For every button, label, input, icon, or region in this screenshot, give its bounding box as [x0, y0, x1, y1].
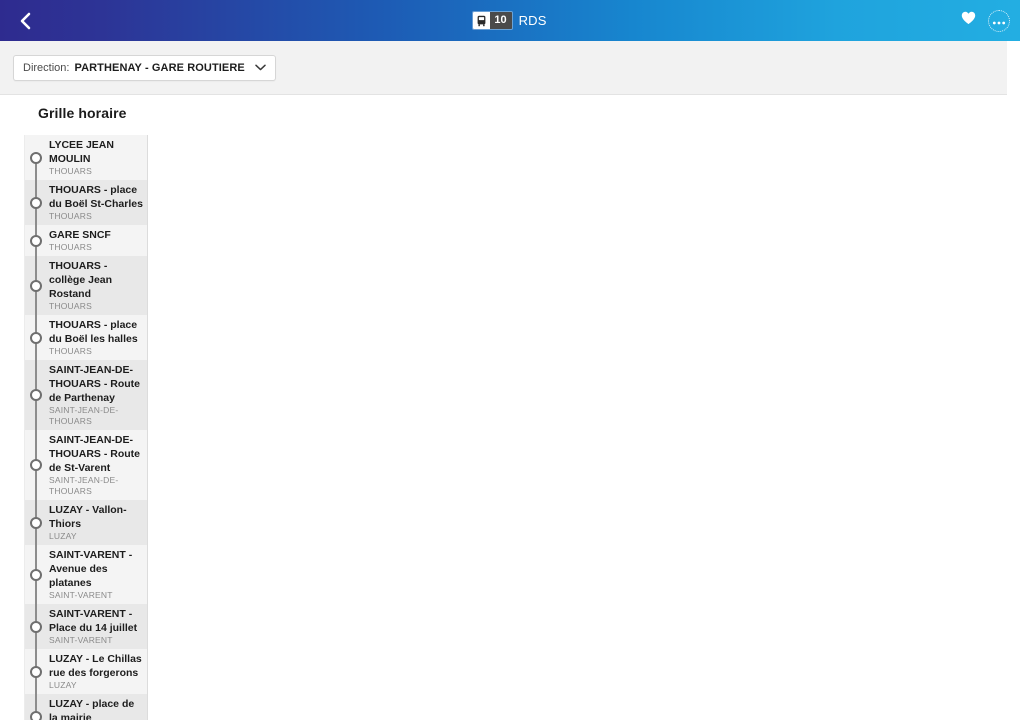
stop-name: LUZAY - Vallon-Thiors: [49, 504, 127, 530]
stop-info: GARE SNCF THOUARS: [47, 225, 147, 256]
stop-row[interactable]: THOUARS - place du Boël les halles THOUAR…: [25, 315, 147, 360]
stop-name: SAINT-JEAN-DE-THOUARS - Route de St-Vare…: [49, 434, 140, 474]
stop-info: THOUARS - place du Boël St-Charles THOUAR…: [47, 180, 147, 225]
app-header: 10 RDS: [0, 0, 1020, 41]
stop-marker: [25, 135, 47, 180]
stop-row[interactable]: LUZAY - place de la mairieLUZAY: [25, 694, 147, 720]
stop-row[interactable]: THOUARS - place du Boël St-Charles THOUAR…: [25, 180, 147, 225]
stop-row[interactable]: LUZAY - Le Chillas rue des forgerons LUZA…: [25, 649, 147, 694]
bus-icon: [473, 12, 491, 29]
stop-dot-icon: [30, 151, 42, 164]
stop-dot-icon: [30, 279, 42, 292]
direction-bar: Direction: PARTHENAY - GARE ROUTIERE: [0, 41, 1007, 95]
stop-row[interactable]: SAINT-JEAN-DE-THOUARS - Route de Parthen…: [25, 360, 147, 430]
stop-dot-icon: [30, 196, 42, 209]
stop-row[interactable]: SAINT-JEAN-DE-THOUARS - Route de St-Vare…: [25, 430, 147, 500]
stop-marker: [25, 430, 47, 500]
stop-marker: [25, 545, 47, 604]
page-title: RDS: [518, 13, 547, 28]
stop-row[interactable]: THOUARS - collège Jean Rostand THOUARS: [25, 256, 147, 315]
stop-info: THOUARS - collège Jean Rostand THOUARS: [47, 256, 147, 315]
chevron-down-icon: [255, 64, 266, 71]
stop-dot-icon: [30, 459, 42, 471]
stop-city: THOUARS: [49, 346, 92, 356]
stop-city: LUZAY: [49, 531, 77, 541]
stop-dot-icon: [30, 234, 42, 247]
stop-name: THOUARS - place du Boël les halles: [49, 319, 138, 345]
stop-dot-icon: [30, 331, 42, 344]
stop-dot-icon: [30, 620, 42, 633]
more-options-button[interactable]: [988, 9, 1010, 32]
stop-marker: [25, 500, 47, 545]
stop-dot-icon: [30, 665, 42, 678]
stop-dot-icon: [30, 516, 42, 529]
stop-name: LUZAY - place de la mairie: [49, 698, 135, 720]
stop-name: LYCEE JEAN MOULIN: [49, 139, 114, 165]
stop-info: SAINT-VARENT - Place du 14 juillet SAINT-…: [47, 604, 147, 649]
stop-marker: [25, 694, 47, 720]
direction-select[interactable]: Direction: PARTHENAY - GARE ROUTIERE: [13, 54, 276, 81]
stop-city: THOUARS: [49, 301, 92, 311]
stop-name: SAINT-VARENT - Avenue des platanes: [49, 549, 133, 589]
stop-city: THOUARS: [49, 166, 92, 176]
schedule-grid-title: Grille horaire: [38, 105, 127, 121]
stop-name: THOUARS - collège Jean Rostand: [49, 260, 113, 300]
stop-name: GARE SNCF: [49, 229, 111, 241]
more-options-icon: [992, 12, 1006, 30]
stop-dot-icon: [30, 568, 42, 581]
stop-marker: [25, 649, 47, 694]
direction-value: PARTHENAY - GARE ROUTIERE: [74, 61, 245, 74]
stop-city: SAINT-JEAN-DE-THOUARS: [49, 475, 119, 496]
stop-city: SAINT-VARENT: [49, 590, 113, 600]
stop-city: SAINT-JEAN-DE-THOUARS: [49, 405, 119, 426]
stop-marker: [25, 604, 47, 649]
header-actions: [957, 0, 1010, 41]
stop-city: LUZAY: [49, 680, 77, 690]
stop-row[interactable]: LUZAY - Vallon-Thiors LUZAY: [25, 500, 147, 545]
stop-city: SAINT-VARENT: [49, 635, 113, 645]
stop-city: THOUARS: [49, 242, 92, 252]
direction-label: Direction:: [23, 61, 70, 74]
stop-name: LUZAY - Le Chillas rue des forgerons: [49, 653, 142, 679]
stop-info: SAINT-JEAN-DE-THOUARS - Route de St-Vare…: [47, 430, 147, 500]
stop-info: SAINT-VARENT - Avenue des platanes SAINT-…: [47, 545, 147, 604]
stop-info: LYCEE JEAN MOULIN THOUARS: [47, 135, 147, 180]
content-area: Grille horaire LYCEE JEAN MOULIN THOUARS T…: [0, 95, 1020, 720]
stop-marker: [25, 315, 47, 360]
stops-timeline-panel[interactable]: LYCEE JEAN MOULIN THOUARS THOUARS - place …: [24, 135, 148, 720]
stop-info: LUZAY - place de la mairieLUZAY: [47, 694, 147, 720]
stop-row[interactable]: SAINT-VARENT - Avenue des platanes SAINT-…: [25, 545, 147, 604]
stop-name: THOUARS - place du Boël St-Charles: [49, 184, 143, 210]
stop-marker: [25, 256, 47, 315]
stop-info: LUZAY - Vallon-Thiors LUZAY: [47, 500, 147, 545]
stop-name: SAINT-JEAN-DE-THOUARS - Route de Parthen…: [49, 364, 140, 404]
heart-icon: [961, 11, 976, 30]
stop-info: THOUARS - place du Boël les halles THOUAR…: [47, 315, 147, 360]
stop-name: SAINT-VARENT - Place du 14 juillet: [49, 608, 138, 634]
stop-row[interactable]: SAINT-VARENT - Place du 14 juillet SAINT-…: [25, 604, 147, 649]
stop-marker: [25, 360, 47, 430]
favorite-button[interactable]: [957, 10, 979, 32]
stop-marker: [25, 180, 47, 225]
stop-city: THOUARS: [49, 211, 92, 221]
stop-dot-icon: [30, 389, 42, 401]
stop-info: LUZAY - Le Chillas rue des forgerons LUZA…: [47, 649, 147, 694]
line-badge: 10: [473, 12, 512, 29]
stop-marker: [25, 225, 47, 256]
stop-dot-icon: [30, 710, 42, 720]
header-center: 10 RDS: [0, 0, 1020, 41]
stop-row[interactable]: LYCEE JEAN MOULIN THOUARS: [25, 135, 147, 180]
stop-info: SAINT-JEAN-DE-THOUARS - Route de Parthen…: [47, 360, 147, 430]
stop-row[interactable]: GARE SNCF THOUARS: [25, 225, 147, 256]
line-number: 10: [490, 12, 512, 29]
